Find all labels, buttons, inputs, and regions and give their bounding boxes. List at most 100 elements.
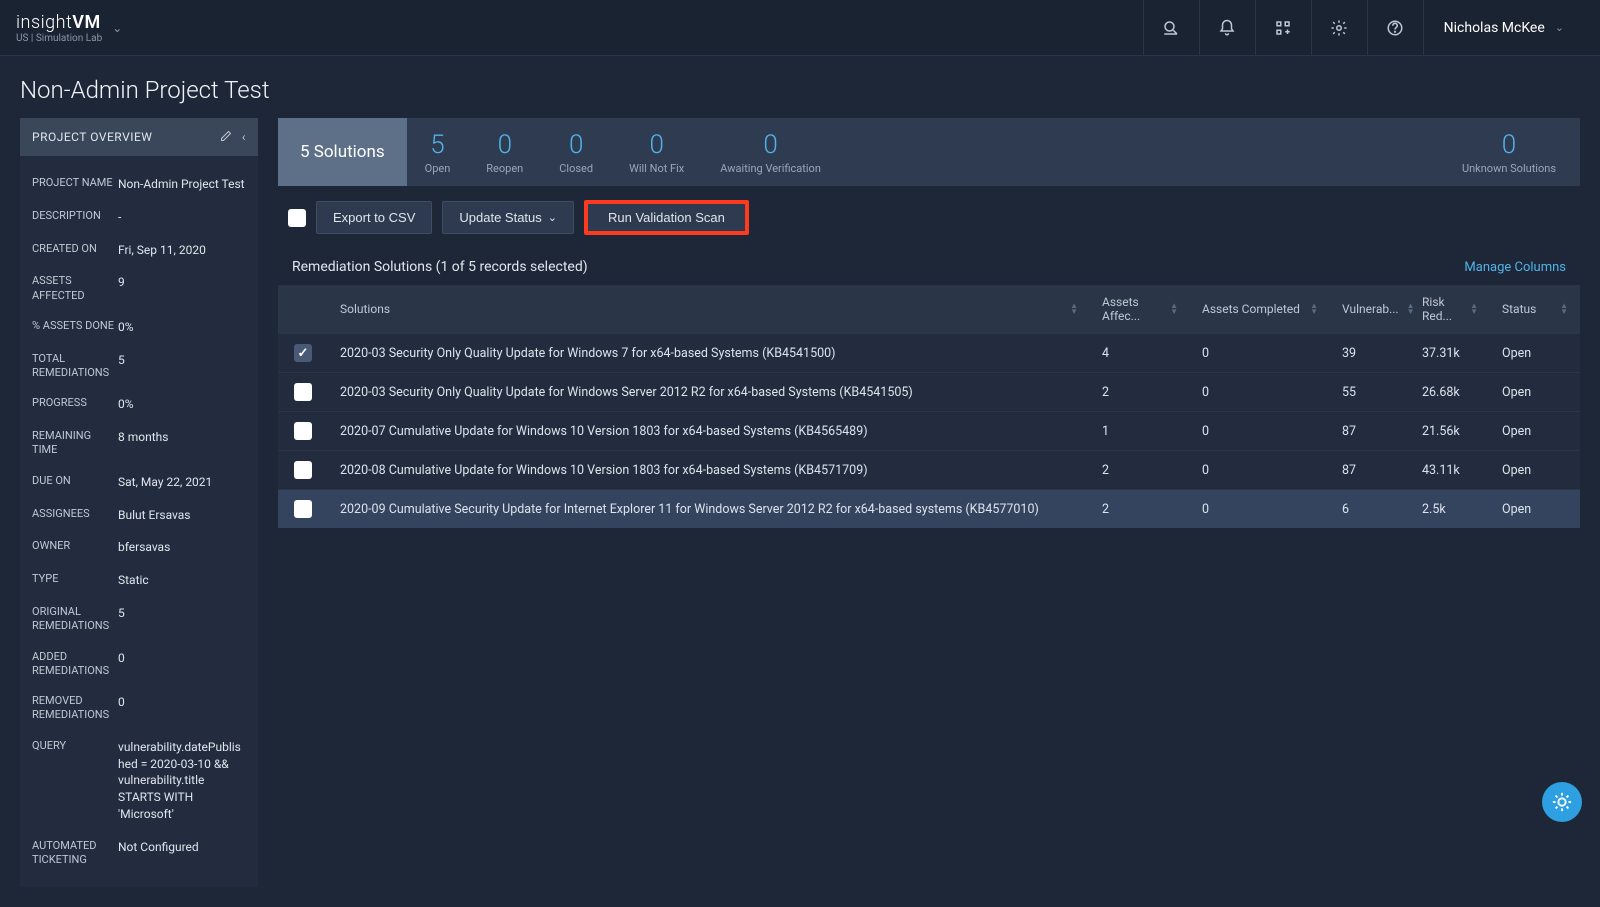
meta-value: Sat, May 22, 2021	[118, 474, 212, 491]
meta-value: 0	[118, 694, 125, 723]
bell-icon[interactable]	[1199, 0, 1255, 56]
stat-value: 5	[430, 130, 444, 160]
meta-row: DUE ONSat, May 22, 2021	[32, 466, 246, 499]
col-risk-reduction[interactable]: Risk Red...▲▼	[1410, 285, 1490, 333]
chevron-down-icon: ⌄	[548, 211, 557, 224]
cell-risk: 2.5k	[1410, 490, 1490, 528]
cell-status: Open	[1490, 334, 1580, 372]
meta-label: ORIGINAL REMEDIATIONS	[32, 605, 118, 634]
main-content: 5 Solutions 5Open0Reopen0Closed0Will Not…	[278, 118, 1580, 887]
apps-icon[interactable]	[1255, 0, 1311, 56]
cell-vulnerabilities: 6	[1330, 490, 1410, 528]
meta-value: 5	[118, 352, 125, 381]
col-assets-affected[interactable]: Assets Affec...▲▼	[1090, 285, 1190, 333]
meta-value: Static	[118, 572, 149, 589]
cell-completed: 0	[1190, 334, 1330, 372]
meta-row: PROJECT NAMENon-Admin Project Test	[32, 168, 246, 201]
stats-title: 5 Solutions	[278, 118, 407, 186]
update-status-button[interactable]: Update Status ⌄	[442, 201, 574, 234]
meta-value: Non-Admin Project Test	[118, 176, 245, 193]
col-vulnerabilities[interactable]: Vulnerab...▲▼	[1330, 285, 1410, 333]
meta-row: REMAINING TIME8 months	[32, 421, 246, 466]
stat-value: 0	[649, 130, 663, 160]
meta-label: OWNER	[32, 539, 118, 556]
meta-row: ADDED REMEDIATIONS0	[32, 642, 246, 687]
meta-value: vulnerability.datePublished = 2020-03-10…	[118, 739, 246, 823]
stat-label: Open	[425, 162, 451, 175]
meta-value: 8 months	[118, 429, 168, 458]
table-row[interactable]: 2020-08 Cumulative Update for Windows 10…	[278, 450, 1580, 489]
table-row[interactable]: 2020-09 Cumulative Security Update for I…	[278, 489, 1580, 528]
meta-value: Bulut Ersavas	[118, 507, 191, 524]
meta-row: REMOVED REMEDIATIONS0	[32, 686, 246, 731]
meta-row: PROGRESS0%	[32, 388, 246, 421]
meta-label: TYPE	[32, 572, 118, 589]
cell-assets: 4	[1090, 334, 1190, 372]
cell-vulnerabilities: 39	[1330, 334, 1410, 372]
table-header: Solutions▲▼ Assets Affec...▲▼ Assets Com…	[278, 285, 1580, 333]
cell-solution: 2020-08 Cumulative Update for Windows 10…	[328, 451, 1090, 489]
collapse-icon[interactable]: ‹	[242, 130, 246, 144]
meta-label: AUTOMATED TICKETING	[32, 839, 118, 868]
stats-bar: 5 Solutions 5Open0Reopen0Closed0Will Not…	[278, 118, 1580, 186]
export-csv-button[interactable]: Export to CSV	[316, 201, 432, 234]
chevron-down-icon[interactable]: ⌄	[112, 21, 122, 35]
user-name: Nicholas McKee	[1444, 20, 1545, 36]
cell-risk: 26.68k	[1410, 373, 1490, 411]
meta-label: ASSIGNEES	[32, 507, 118, 524]
meta-value: 9	[118, 274, 125, 303]
meta-label: DESCRIPTION	[32, 209, 118, 226]
page-title: Non-Admin Project Test	[0, 56, 1600, 118]
table-row[interactable]: 2020-07 Cumulative Update for Windows 10…	[278, 411, 1580, 450]
col-assets-completed[interactable]: Assets Completed▲▼	[1190, 285, 1330, 333]
meta-row: % ASSETS DONE0%	[32, 311, 246, 344]
sidebar: PROJECT OVERVIEW ‹ PROJECT NAMENon-Admin…	[20, 118, 258, 887]
row-checkbox[interactable]	[294, 461, 312, 479]
select-all-checkbox[interactable]	[288, 209, 306, 227]
cell-assets: 2	[1090, 373, 1190, 411]
unknown-count: 0	[1502, 130, 1516, 160]
cell-vulnerabilities: 55	[1330, 373, 1410, 411]
brand[interactable]: insightVM US | Simulation Lab	[16, 12, 102, 44]
table-row[interactable]: ✓ 2020-03 Security Only Quality Update fo…	[278, 333, 1580, 372]
stat-value: 0	[498, 130, 512, 160]
unknown-label: Unknown Solutions	[1462, 162, 1556, 175]
row-checkbox[interactable]	[294, 500, 312, 518]
table-row[interactable]: 2020-03 Security Only Quality Update for…	[278, 372, 1580, 411]
meta-row: OWNERbfersavas	[32, 531, 246, 564]
search-icon[interactable]	[1143, 0, 1199, 56]
edit-icon[interactable]	[220, 130, 232, 144]
cell-risk: 37.31k	[1410, 334, 1490, 372]
meta-label: CREATED ON	[32, 242, 118, 259]
row-checkbox[interactable]	[294, 422, 312, 440]
help-icon[interactable]	[1367, 0, 1423, 56]
col-solutions[interactable]: Solutions▲▼	[328, 285, 1090, 333]
user-menu[interactable]: Nicholas McKee ⌄	[1423, 0, 1584, 56]
gear-icon[interactable]	[1311, 0, 1367, 56]
manage-columns-link[interactable]: Manage Columns	[1464, 260, 1566, 275]
meta-label: REMAINING TIME	[32, 429, 118, 458]
cell-solution: 2020-03 Security Only Quality Update for…	[328, 373, 1090, 411]
meta-row: QUERYvulnerability.datePublished = 2020-…	[32, 731, 246, 831]
stat-item: 0Awaiting Verification	[702, 118, 839, 186]
meta-label: ASSETS AFFECTED	[32, 274, 118, 303]
meta-row: TYPEStatic	[32, 564, 246, 597]
meta-row: CREATED ONFri, Sep 11, 2020	[32, 234, 246, 267]
cell-solution: 2020-09 Cumulative Security Update for I…	[328, 490, 1090, 528]
cell-vulnerabilities: 87	[1330, 412, 1410, 450]
meta-value: 5	[118, 605, 125, 634]
meta-label: REMOVED REMEDIATIONS	[32, 694, 118, 723]
cell-solution: 2020-03 Security Only Quality Update for…	[328, 334, 1090, 372]
action-bar: Export to CSV Update Status ⌄ Run Valida…	[278, 186, 1580, 249]
col-status[interactable]: Status▲▼	[1490, 285, 1580, 333]
meta-value: Fri, Sep 11, 2020	[118, 242, 206, 259]
meta-label: PROGRESS	[32, 396, 118, 413]
meta-label: ADDED REMEDIATIONS	[32, 650, 118, 679]
stat-item: 0Closed	[541, 118, 611, 186]
row-checkbox[interactable]	[294, 383, 312, 401]
cell-completed: 0	[1190, 412, 1330, 450]
meta-row: TOTAL REMEDIATIONS5	[32, 344, 246, 389]
help-fab[interactable]	[1542, 782, 1582, 822]
run-validation-scan-button[interactable]: Run Validation Scan	[584, 200, 749, 235]
row-checkbox[interactable]: ✓	[294, 344, 312, 362]
